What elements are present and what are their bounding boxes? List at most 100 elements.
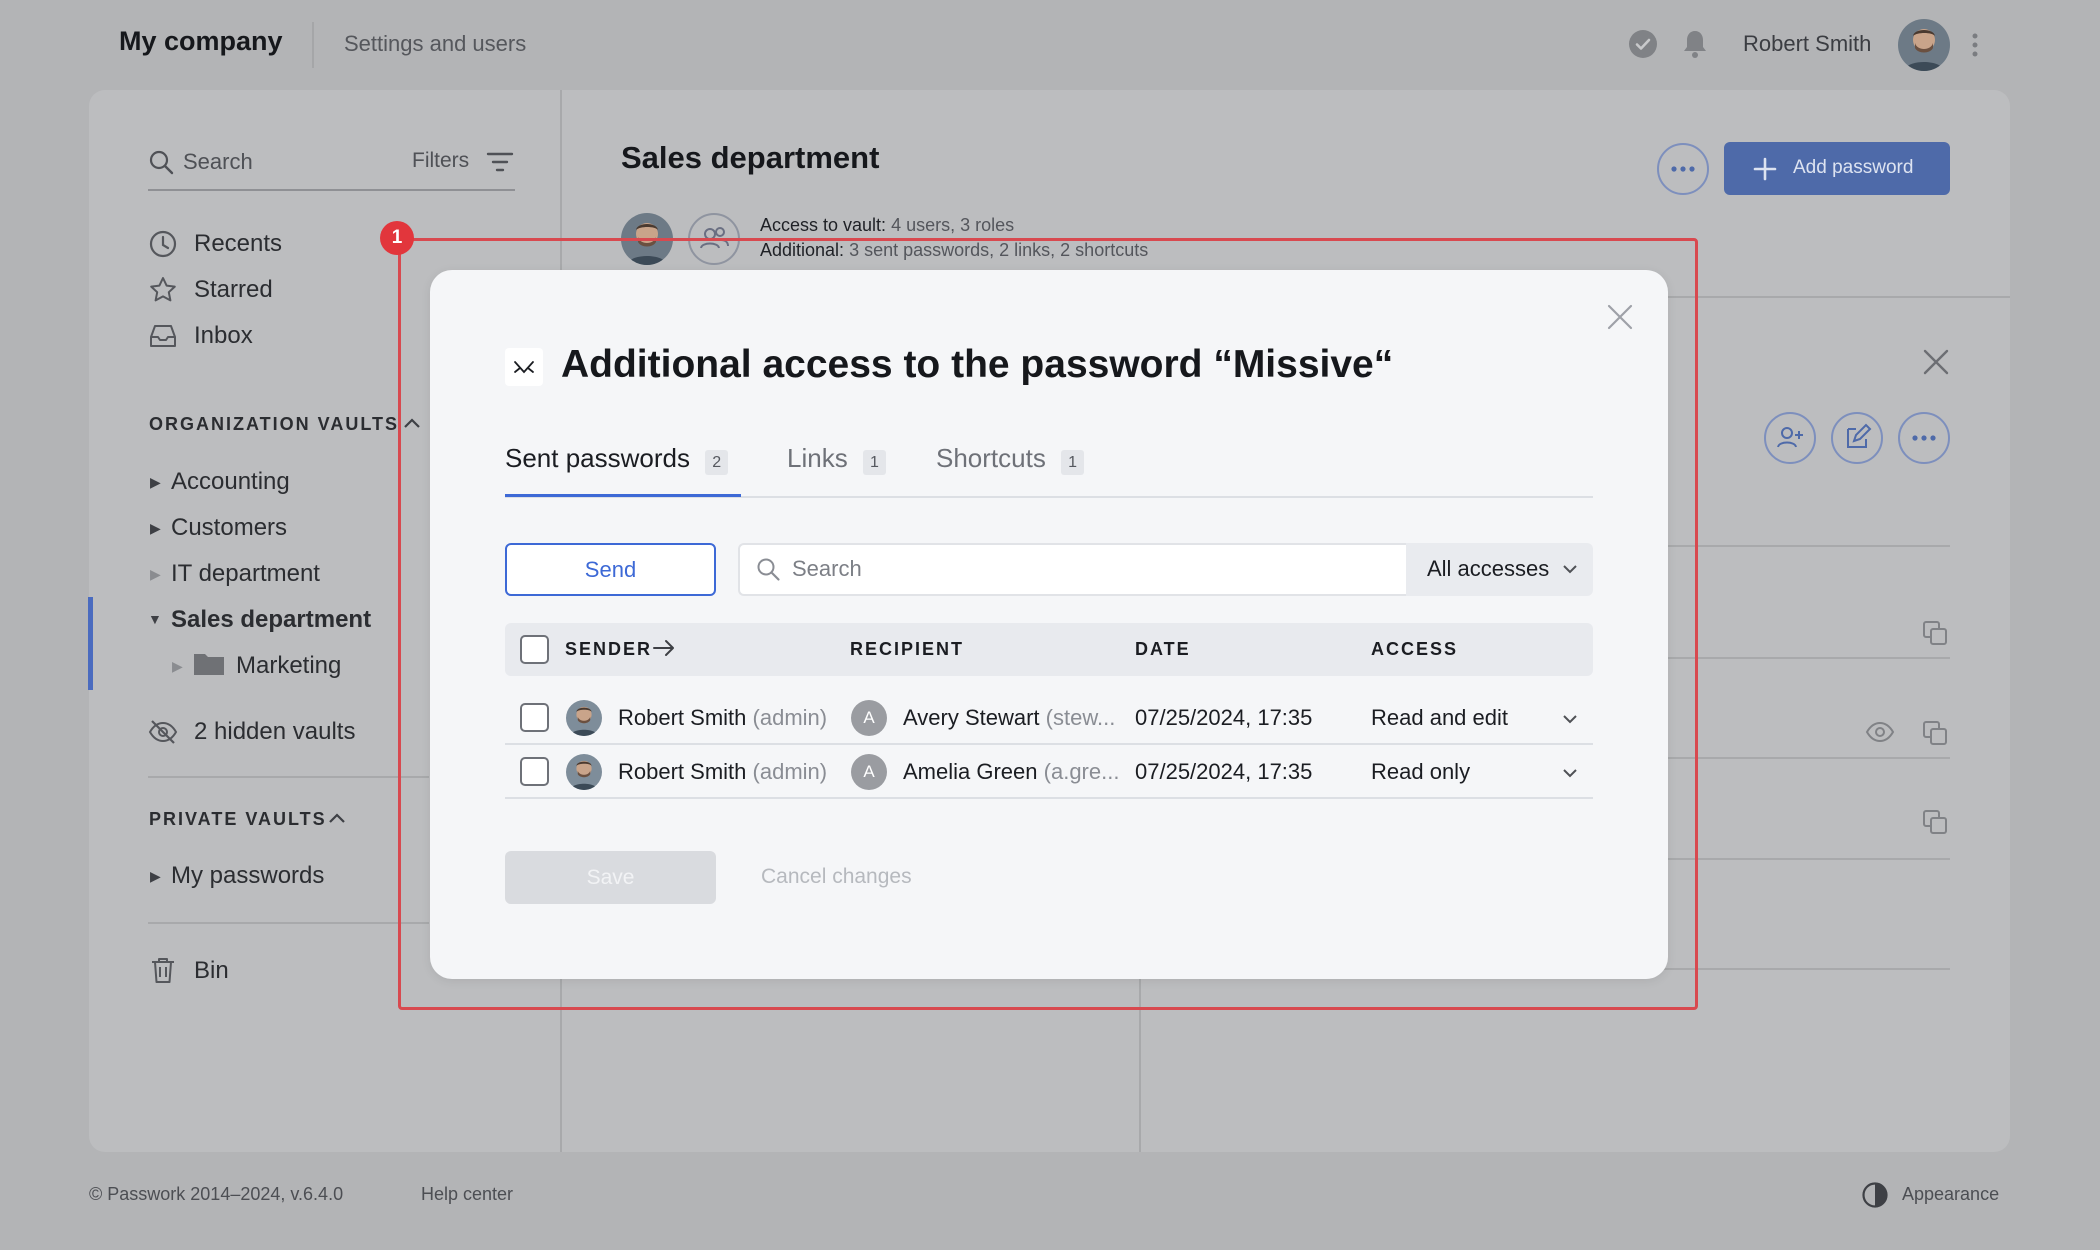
expand-triangle-icon[interactable]: ▶ (150, 566, 161, 583)
sidebar-item-inbox[interactable]: Inbox (194, 322, 253, 350)
recipient-cell: Amelia Green (a.gre... (903, 759, 1119, 785)
row-divider (505, 797, 1593, 799)
vault-it-department[interactable]: IT department (171, 560, 320, 588)
sidebar-separator (148, 776, 429, 778)
sender-name: Robert Smith (618, 759, 747, 784)
expand-triangle-icon[interactable]: ▶ (150, 520, 161, 537)
row-checkbox[interactable] (520, 703, 549, 732)
search-icon (147, 148, 175, 176)
copy-icon[interactable] (1921, 719, 1949, 747)
active-tab-indicator (505, 494, 741, 497)
date-cell: 07/25/2024, 17:35 (1135, 759, 1313, 784)
company-name[interactable]: My company (119, 26, 283, 57)
contrast-icon[interactable] (1861, 1181, 1889, 1209)
clock-icon (148, 229, 178, 259)
filters-button[interactable]: Filters (412, 149, 469, 173)
copy-icon[interactable] (1921, 808, 1949, 836)
sidebar-item-recents[interactable]: Recents (194, 230, 282, 258)
user-avatar[interactable] (1898, 19, 1950, 71)
edit-button[interactable] (1831, 412, 1883, 464)
sender-avatar (566, 700, 602, 736)
private-vaults-section-title[interactable]: PRIVATE VAULTS (149, 809, 327, 830)
date-cell: 07/25/2024, 17:35 (1135, 705, 1313, 730)
status-check-icon[interactable] (1629, 30, 1657, 58)
sender-role: (admin) (752, 705, 828, 730)
detail-close-icon[interactable] (1922, 348, 1950, 376)
active-vault-indicator (88, 597, 93, 690)
appearance-button[interactable]: Appearance (1902, 1184, 1999, 1205)
sidebar-item-starred[interactable]: Starred (194, 276, 273, 304)
hidden-vaults-link[interactable]: 2 hidden vaults (194, 718, 355, 746)
expand-triangle-icon[interactable]: ▶ (150, 868, 161, 885)
add-user-button[interactable] (1764, 412, 1816, 464)
copy-icon[interactable] (1921, 619, 1949, 647)
search-placeholder: Search (792, 556, 862, 581)
filter-icon[interactable] (486, 151, 514, 173)
recipient-name: Amelia Green (903, 759, 1038, 784)
search-icon (755, 556, 781, 582)
folder-icon (193, 650, 225, 676)
more-vertical-icon[interactable] (1968, 30, 1982, 60)
modal-title: Additional access to the password “Missi… (561, 343, 1394, 386)
access-select[interactable]: Read only (1371, 759, 1470, 785)
bell-icon[interactable] (1680, 28, 1710, 60)
tab-shortcuts[interactable]: Shortcuts 1 (936, 443, 1084, 475)
column-date: DATE (1135, 639, 1191, 659)
sidebar-separator (148, 922, 429, 924)
send-button[interactable]: Send (505, 543, 716, 596)
chevron-down-icon[interactable] (1562, 712, 1578, 724)
step-badge: 1 (380, 221, 414, 255)
plus-icon (1753, 157, 1777, 181)
inbox-icon (148, 321, 178, 351)
select-all-checkbox[interactable] (520, 635, 549, 664)
missive-logo-icon (505, 348, 543, 386)
chevron-down-icon[interactable] (1562, 766, 1578, 778)
access-filter-value: All accesses (1427, 556, 1550, 581)
vault-sales-department[interactable]: Sales department (171, 606, 371, 634)
column-sender[interactable]: SENDER (565, 639, 652, 660)
column-recipient: RECIPIENT (850, 639, 965, 659)
close-icon[interactable] (1606, 303, 1634, 331)
expand-triangle-icon[interactable]: ▶ (172, 658, 183, 675)
vault-marketing[interactable]: Marketing (236, 652, 341, 680)
star-icon (148, 275, 178, 305)
recipient-cell: Avery Stewart (stew... (903, 705, 1115, 731)
tab-count: 2 (705, 450, 729, 475)
eye-icon[interactable] (1865, 718, 1895, 746)
access-value: 4 users, 3 roles (891, 215, 1015, 235)
tab-sent-passwords[interactable]: Sent passwords 2 (505, 443, 729, 475)
help-center-link[interactable]: Help center (421, 1184, 513, 1205)
recipient-login: (stew... (1045, 705, 1116, 730)
access-select[interactable]: Read and edit (1371, 705, 1508, 731)
save-button[interactable]: Save (505, 851, 716, 904)
row-checkbox[interactable] (520, 757, 549, 786)
org-vaults-section-title[interactable]: ORGANIZATION VAULTS (149, 414, 399, 435)
sender-avatar (566, 754, 602, 790)
sender-cell: Robert Smith (admin) (618, 759, 827, 785)
vault-my-passwords[interactable]: My passwords (171, 862, 324, 890)
settings-and-users-link[interactable]: Settings and users (344, 31, 526, 57)
add-password-label: Add password (1793, 157, 1914, 178)
vault-access-summary: Access to vault: 4 users, 3 roles (760, 215, 1014, 236)
cancel-changes-button[interactable]: Cancel changes (761, 865, 912, 889)
recipient-avatar: A (851, 700, 887, 736)
user-name[interactable]: Robert Smith (1743, 31, 1871, 57)
expand-triangle-icon[interactable]: ▶ (150, 474, 161, 491)
vault-accounting[interactable]: Accounting (171, 468, 290, 496)
vault-customers[interactable]: Customers (171, 514, 287, 542)
tab-label: Shortcuts (936, 443, 1046, 473)
sender-role: (admin) (752, 759, 828, 784)
collapse-triangle-icon[interactable]: ▼ (148, 611, 162, 627)
sender-cell: Robert Smith (admin) (618, 705, 827, 731)
sidebar-search-input[interactable]: Search (183, 149, 253, 175)
sidebar-item-bin[interactable]: Bin (194, 957, 229, 985)
add-password-button[interactable]: Add password (1724, 142, 1950, 195)
chevron-up-icon[interactable] (327, 809, 347, 827)
vault-title: Sales department (621, 140, 880, 175)
tab-label: Links (787, 443, 848, 473)
more-options-button[interactable] (1898, 412, 1950, 464)
vault-more-button[interactable] (1657, 143, 1709, 195)
access-label: Access to vault: (760, 215, 887, 235)
tab-links[interactable]: Links 1 (787, 443, 886, 475)
arrow-right-icon[interactable] (652, 637, 676, 659)
